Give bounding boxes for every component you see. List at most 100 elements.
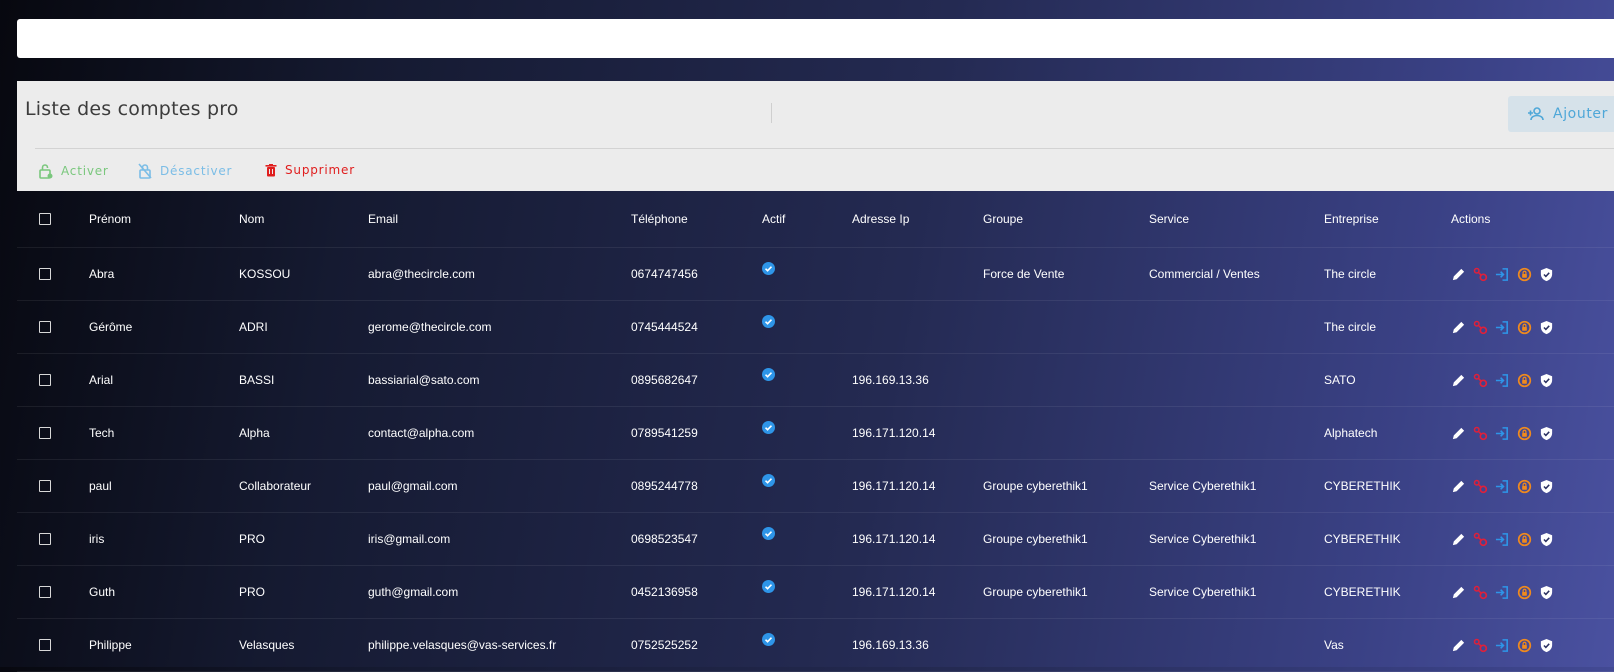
phone-cell: 0745444524 xyxy=(631,320,698,334)
deactivate-button[interactable]: Désactiver xyxy=(138,163,232,179)
unlock-icon xyxy=(39,164,53,179)
row-checkbox[interactable] xyxy=(39,586,51,598)
activate-label: Activer xyxy=(61,164,109,178)
ip-cell: 196.171.120.14 xyxy=(852,479,936,493)
first-name-cell: Arial xyxy=(89,373,114,387)
company-cell: CYBERETHIK xyxy=(1324,585,1401,599)
edit-icon[interactable] xyxy=(1451,320,1466,335)
email-cell: iris@gmail.com xyxy=(368,532,451,546)
first-name-cell: Tech xyxy=(89,426,115,440)
security-shield-icon[interactable] xyxy=(1539,532,1554,547)
table-row: Guth PRO guth@gmail.com 0452136958 196.1… xyxy=(17,566,1614,619)
reset-icon[interactable] xyxy=(1517,373,1532,388)
phone-cell: 0895682647 xyxy=(631,373,698,387)
lock-off-icon xyxy=(138,163,152,179)
reset-icon[interactable] xyxy=(1517,267,1532,282)
permissions-icon[interactable] xyxy=(1473,585,1488,600)
permissions-icon[interactable] xyxy=(1473,267,1488,282)
select-all-checkbox[interactable] xyxy=(39,213,51,225)
phone-cell: 0698523547 xyxy=(631,532,698,546)
login-as-icon[interactable] xyxy=(1495,320,1510,335)
login-as-icon[interactable] xyxy=(1495,585,1510,600)
security-shield-icon[interactable] xyxy=(1539,373,1554,388)
divider xyxy=(35,148,1614,149)
security-shield-icon[interactable] xyxy=(1539,638,1554,653)
reset-icon[interactable] xyxy=(1517,585,1532,600)
login-as-icon[interactable] xyxy=(1495,267,1510,282)
edit-icon[interactable] xyxy=(1451,585,1466,600)
first-name-cell: Guth xyxy=(89,585,116,599)
search-bar[interactable] xyxy=(17,19,1614,58)
email-cell: paul@gmail.com xyxy=(368,479,458,493)
row-checkbox[interactable] xyxy=(39,427,51,439)
company-cell: CYBERETHIK xyxy=(1324,532,1401,546)
row-checkbox[interactable] xyxy=(39,268,51,280)
reset-icon[interactable] xyxy=(1517,532,1532,547)
row-checkbox[interactable] xyxy=(39,639,51,651)
ip-cell: 196.171.120.14 xyxy=(852,585,936,599)
permissions-icon[interactable] xyxy=(1473,373,1488,388)
row-checkbox[interactable] xyxy=(39,374,51,386)
login-as-icon[interactable] xyxy=(1495,479,1510,494)
edit-icon[interactable] xyxy=(1451,426,1466,441)
company-cell: SATO xyxy=(1324,373,1356,387)
row-actions xyxy=(1451,566,1554,618)
header-active[interactable]: Actif xyxy=(762,191,785,247)
security-shield-icon[interactable] xyxy=(1539,267,1554,282)
company-cell: Alphatech xyxy=(1324,426,1378,440)
permissions-icon[interactable] xyxy=(1473,479,1488,494)
reset-icon[interactable] xyxy=(1517,479,1532,494)
first-name-cell: paul xyxy=(89,479,112,493)
security-shield-icon[interactable] xyxy=(1539,585,1554,600)
login-as-icon[interactable] xyxy=(1495,426,1510,441)
last-name-cell: PRO xyxy=(239,585,266,599)
row-actions xyxy=(1451,619,1554,671)
company-cell: The circle xyxy=(1324,267,1377,281)
edit-icon[interactable] xyxy=(1451,638,1466,653)
header-first-name[interactable]: Prénom xyxy=(89,191,131,247)
row-checkbox[interactable] xyxy=(39,533,51,545)
edit-icon[interactable] xyxy=(1451,479,1466,494)
add-button[interactable]: Ajouter xyxy=(1508,96,1614,132)
header-company[interactable]: Entreprise xyxy=(1324,191,1379,247)
reset-icon[interactable] xyxy=(1517,426,1532,441)
delete-button[interactable]: Supprimer xyxy=(265,163,355,177)
login-as-icon[interactable] xyxy=(1495,373,1510,388)
phone-cell: 0674747456 xyxy=(631,267,698,281)
header-email[interactable]: Email xyxy=(368,191,398,247)
row-actions xyxy=(1451,301,1554,353)
deactivate-label: Désactiver xyxy=(160,164,233,178)
group-cell: Groupe cyberethik1 xyxy=(983,479,1088,493)
delete-label: Supprimer xyxy=(285,163,355,177)
header-group[interactable]: Groupe xyxy=(983,191,1023,247)
row-actions xyxy=(1451,354,1554,406)
table-body: Abra KOSSOU abra@thecircle.com 067474745… xyxy=(17,248,1614,672)
first-name-cell: Philippe xyxy=(89,638,132,652)
activate-button[interactable]: Activer xyxy=(39,163,109,179)
header-phone[interactable]: Téléphone xyxy=(631,191,688,247)
security-shield-icon[interactable] xyxy=(1539,426,1554,441)
header-service[interactable]: Service xyxy=(1149,191,1189,247)
login-as-icon[interactable] xyxy=(1495,532,1510,547)
permissions-icon[interactable] xyxy=(1473,320,1488,335)
permissions-icon[interactable] xyxy=(1473,638,1488,653)
permissions-icon[interactable] xyxy=(1473,426,1488,441)
security-shield-icon[interactable] xyxy=(1539,479,1554,494)
active-cell xyxy=(762,248,775,300)
header-last-name[interactable]: Nom xyxy=(239,191,264,247)
email-cell: philippe.velasques@vas-services.fr xyxy=(368,638,557,652)
email-cell: abra@thecircle.com xyxy=(368,267,475,281)
permissions-icon[interactable] xyxy=(1473,532,1488,547)
reset-icon[interactable] xyxy=(1517,320,1532,335)
header-ip[interactable]: Adresse Ip xyxy=(852,191,909,247)
edit-icon[interactable] xyxy=(1451,373,1466,388)
edit-icon[interactable] xyxy=(1451,532,1466,547)
security-shield-icon[interactable] xyxy=(1539,320,1554,335)
row-checkbox[interactable] xyxy=(39,480,51,492)
active-cell xyxy=(762,407,775,459)
login-as-icon[interactable] xyxy=(1495,638,1510,653)
edit-icon[interactable] xyxy=(1451,267,1466,282)
page-title: Liste des comptes pro xyxy=(25,98,239,120)
row-checkbox[interactable] xyxy=(39,321,51,333)
reset-icon[interactable] xyxy=(1517,638,1532,653)
